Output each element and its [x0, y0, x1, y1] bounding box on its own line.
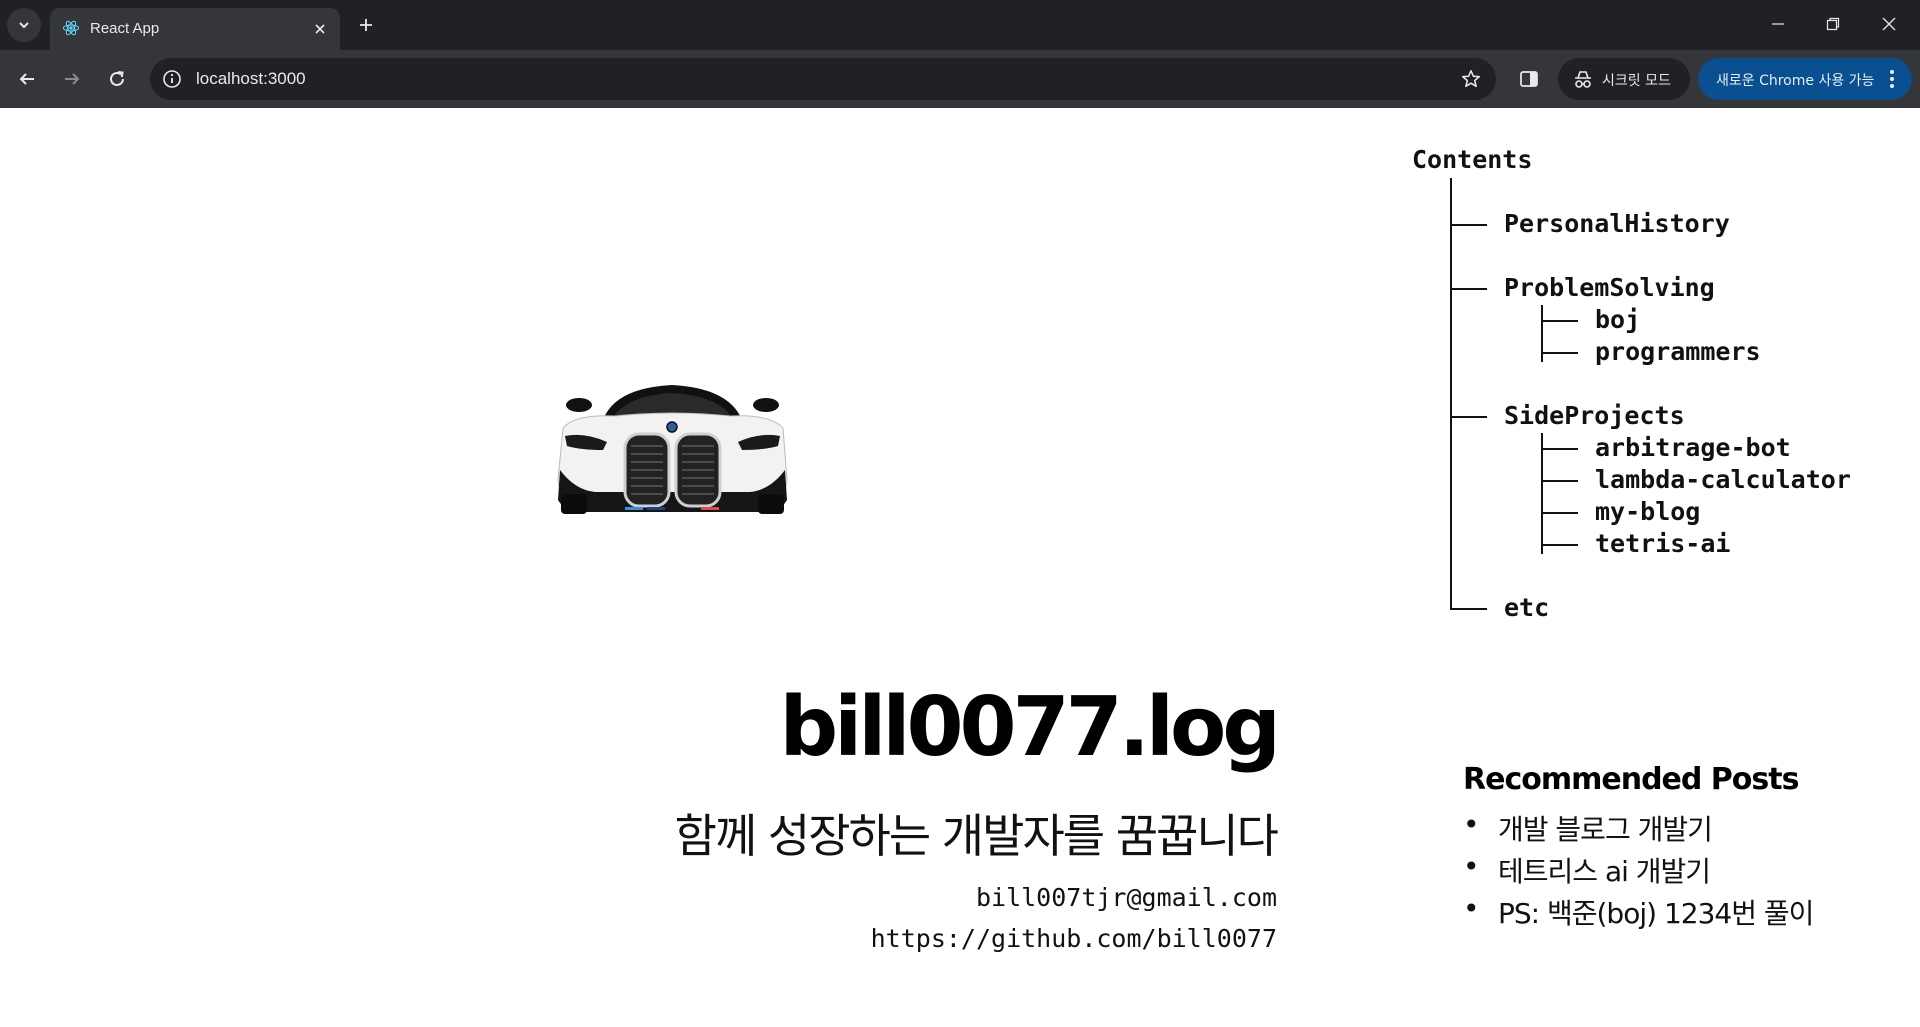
tree-branch-line	[1450, 224, 1487, 226]
list-item[interactable]: • 개발 블로그 개발기	[1463, 808, 1813, 850]
recommended-posts-heading: Recommended Posts	[1463, 762, 1799, 797]
list-item[interactable]: • PS: 백준(boj) 1234번 풀이	[1463, 892, 1814, 934]
tree-item-tetris-ai[interactable]: tetris-ai	[1595, 529, 1730, 558]
tree-branch-line	[1450, 288, 1487, 290]
arrow-left-icon	[19, 73, 34, 85]
email-text[interactable]: bill007tjr@gmail.com	[976, 883, 1277, 912]
close-icon	[1882, 17, 1896, 31]
tree-sub-trunk-line	[1541, 433, 1543, 554]
close-window-button[interactable]	[1866, 8, 1912, 40]
react-logo-icon	[62, 20, 80, 36]
close-icon	[315, 24, 325, 34]
tree-item-lambda-calculator[interactable]: lambda-calculator	[1595, 465, 1851, 494]
tree-branch-line	[1450, 608, 1487, 610]
tree-branch-line	[1450, 416, 1487, 418]
bullet-icon: •	[1463, 892, 1479, 925]
incognito-label: 시크릿 모드	[1602, 73, 1671, 89]
site-info-icon[interactable]	[162, 69, 182, 89]
more-vert-icon[interactable]	[1882, 68, 1902, 90]
tree-trunk-line	[1450, 178, 1452, 608]
post-link[interactable]: 테트리스 ai 개발기	[1498, 855, 1711, 888]
tree-branch-line	[1541, 352, 1578, 354]
tree-branch-line	[1541, 480, 1578, 482]
blog-title: bill0077.log	[779, 680, 1281, 775]
car-image	[557, 385, 788, 514]
url-text[interactable]: localhost:3000	[196, 69, 306, 89]
blog-subtitle: 함께 성장하는 개발자를 꿈꿉니다	[674, 809, 1279, 863]
tree-item-my-blog[interactable]: my-blog	[1595, 497, 1700, 526]
restore-button[interactable]	[1810, 8, 1856, 40]
minimize-button[interactable]	[1755, 8, 1801, 40]
tree-branch-line	[1541, 320, 1578, 322]
back-button[interactable]	[10, 62, 44, 96]
arrow-right-icon	[65, 73, 80, 85]
tab-search-button[interactable]	[7, 8, 41, 42]
incognito-indicator[interactable]: 시크릿 모드	[1558, 58, 1690, 100]
side-panel-button[interactable]	[1515, 65, 1543, 93]
incognito-icon	[1575, 71, 1591, 88]
tree-item-side-projects[interactable]: SideProjects	[1504, 401, 1685, 430]
side-panel-icon	[1520, 71, 1538, 87]
tree-item-etc[interactable]: etc	[1504, 593, 1549, 622]
tree-item-arbitrage-bot[interactable]: arbitrage-bot	[1595, 433, 1791, 462]
reload-button[interactable]	[100, 62, 134, 96]
plus-icon	[360, 19, 372, 31]
chrome-update-button[interactable]: 새로운 Chrome 사용 가능	[1698, 58, 1912, 100]
forward-button[interactable]	[55, 62, 89, 96]
post-link[interactable]: 개발 블로그 개발기	[1498, 813, 1713, 846]
post-link[interactable]: PS: 백준(boj) 1234번 풀이	[1498, 897, 1814, 930]
address-bar[interactable]: localhost:3000	[150, 58, 1496, 100]
close-tab-button[interactable]	[310, 19, 330, 39]
tree-branch-line	[1541, 512, 1578, 514]
bookmark-star-icon[interactable]	[1460, 68, 1482, 90]
active-tab[interactable]: React App	[50, 8, 340, 50]
minimize-icon	[1772, 23, 1784, 25]
browser-toolbar: localhost:3000 시크릿 모드 새로운 Chrome 사용 가능	[0, 50, 1920, 108]
bullet-icon: •	[1463, 850, 1479, 883]
tab-strip: React App	[0, 0, 1920, 50]
tree-item-personal-history[interactable]: PersonalHistory	[1504, 209, 1730, 238]
github-link[interactable]: https://github.com/bill0077	[871, 924, 1277, 953]
tree-branch-line	[1541, 448, 1578, 450]
tab-title: React App	[90, 20, 160, 37]
list-item[interactable]: • 테트리스 ai 개발기	[1463, 850, 1813, 892]
tree-item-programmers[interactable]: programmers	[1595, 337, 1761, 366]
update-label: 새로운 Chrome 사용 가능	[1716, 73, 1875, 89]
reload-icon	[110, 71, 124, 86]
recommended-posts-list: • 개발 블로그 개발기 • 테트리스 ai 개발기 • PS: 백준(boj)…	[1463, 808, 1814, 934]
new-tab-button[interactable]	[353, 12, 379, 38]
tree-item-boj[interactable]: boj	[1595, 305, 1640, 334]
chevron-down-icon	[19, 22, 29, 29]
tree-item-problem-solving[interactable]: ProblemSolving	[1504, 273, 1715, 302]
restore-icon	[1826, 17, 1840, 31]
tree-branch-line	[1541, 544, 1578, 546]
bullet-icon: •	[1463, 808, 1479, 841]
contents-title: Contents	[1412, 145, 1533, 174]
